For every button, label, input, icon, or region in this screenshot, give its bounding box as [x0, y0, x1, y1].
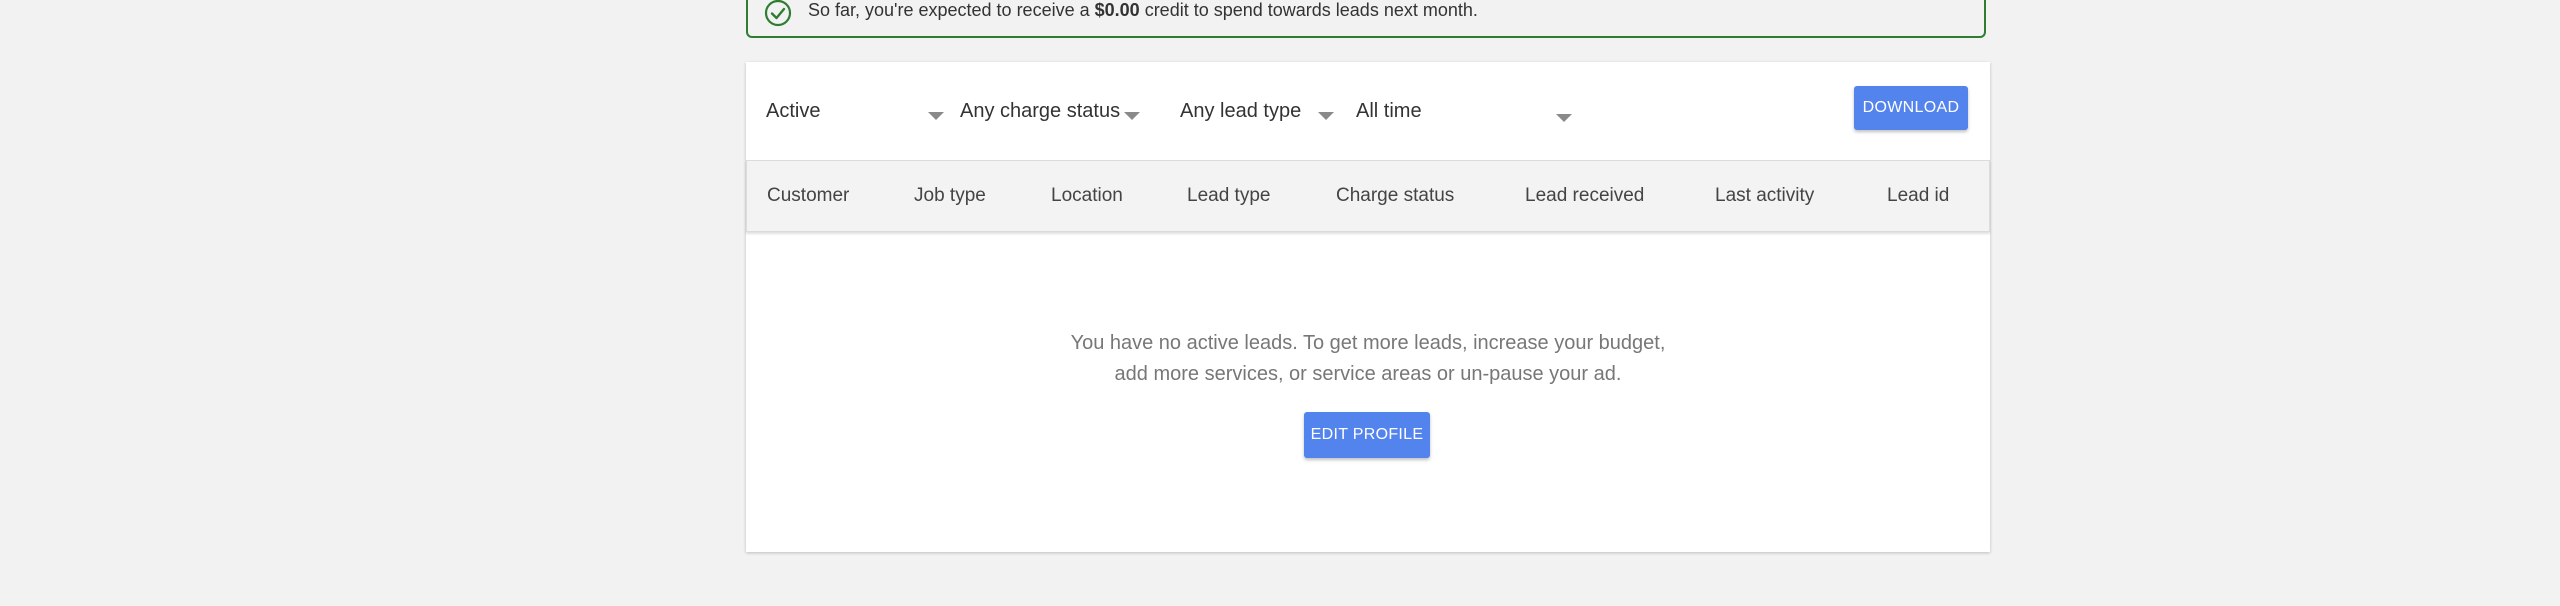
leads-table-header: Customer Job type Location Lead type Cha… [746, 160, 1990, 232]
lead-type-filter-select[interactable]: Any lead type [1180, 100, 1340, 123]
notice-prefix: So far, you're expected to receive a [808, 0, 1090, 20]
charge-status-filter-select[interactable]: Any charge status [960, 100, 1140, 123]
chevron-down-icon [1318, 112, 1334, 120]
time-range-filter-select[interactable]: All time [1356, 100, 1586, 123]
column-header-customer[interactable]: Customer [767, 185, 849, 207]
edit-profile-button[interactable]: EDIT PROFILE [1304, 412, 1430, 458]
leads-card: Active Any charge status Any lead type A… [746, 62, 1990, 552]
chevron-down-icon [1124, 112, 1140, 120]
empty-state-line-2: add more services, or service areas or u… [1114, 363, 1622, 385]
column-header-job-type[interactable]: Job type [914, 185, 986, 207]
notice-suffix: credit to spend towards leads next month… [1144, 0, 1478, 20]
time-range-filter-value: All time [1356, 100, 1422, 122]
chevron-down-icon [928, 112, 944, 120]
credit-notice-text: So far, you're expected to receive a $0.… [808, 0, 1478, 21]
column-header-location[interactable]: Location [1051, 185, 1123, 207]
lead-type-filter-value: Any lead type [1180, 100, 1302, 122]
empty-state-message: You have no active leads. To get more le… [746, 328, 1990, 390]
chevron-down-icon [1556, 114, 1572, 122]
column-header-last-activity[interactable]: Last activity [1715, 185, 1814, 207]
check-circle-icon [764, 0, 792, 27]
column-header-charge-status[interactable]: Charge status [1336, 185, 1454, 207]
filter-bar: Active Any charge status Any lead type A… [746, 62, 1990, 160]
column-header-lead-type[interactable]: Lead type [1187, 185, 1270, 207]
notice-amount: $0.00 [1094, 0, 1140, 20]
charge-status-filter-value: Any charge status [960, 100, 1121, 122]
status-filter-value: Active [766, 100, 821, 122]
column-header-lead-id[interactable]: Lead id [1887, 185, 1949, 207]
status-filter-select[interactable]: Active [766, 100, 944, 123]
download-button[interactable]: DOWNLOAD [1854, 86, 1968, 130]
empty-state-line-1: You have no active leads. To get more le… [1070, 332, 1666, 354]
credit-notice-banner: So far, you're expected to receive a $0.… [746, 0, 1986, 38]
column-header-lead-received[interactable]: Lead received [1525, 185, 1644, 207]
